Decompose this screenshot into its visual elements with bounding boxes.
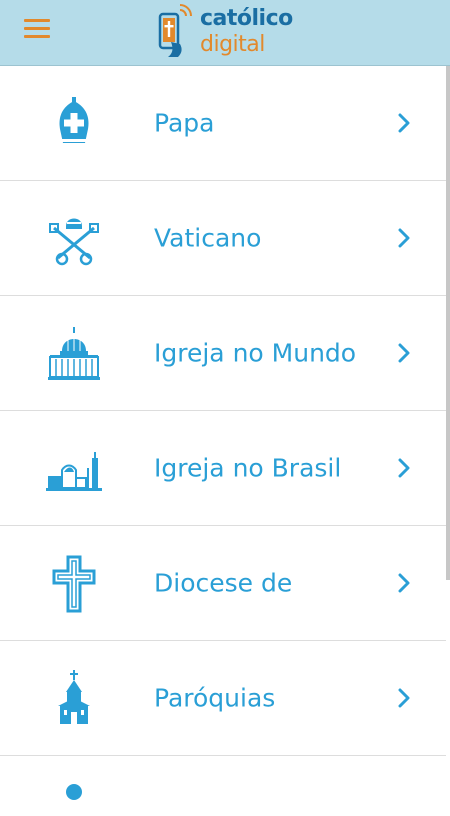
phone-cross-logo-icon — [158, 4, 192, 57]
person-icon — [66, 784, 82, 800]
menu-item-vaticano[interactable]: Vaticano — [0, 181, 446, 296]
mitre-icon — [59, 97, 89, 143]
chevron-right-icon — [398, 573, 410, 593]
app-logo: católico digital — [156, 4, 316, 62]
chevron-right-icon — [398, 228, 410, 248]
chapel-icon — [58, 670, 90, 724]
menu-item-label: Igreja no Brasil — [154, 453, 342, 483]
logo-wordmark-top: católico — [200, 6, 293, 31]
chevron-right-icon — [398, 343, 410, 363]
menu-item-label: Vaticano — [154, 223, 262, 253]
cathedral-skyline-icon — [46, 452, 102, 491]
menu-item-diocese-de[interactable]: Diocese de — [0, 526, 446, 641]
logo-wordmark-bottom: digital — [200, 32, 265, 57]
basilica-icon — [48, 327, 100, 380]
menu-item-partial[interactable] — [0, 756, 446, 800]
main-menu-list: Papa Vaticano Igreja no Mundo Igreja no … — [0, 66, 446, 800]
scrollbar[interactable] — [446, 66, 450, 580]
app-header: católico digital — [0, 0, 450, 66]
menu-hamburger-icon[interactable] — [24, 19, 50, 39]
menu-item-papa[interactable]: Papa — [0, 66, 446, 181]
menu-item-label: Igreja no Mundo — [154, 338, 357, 368]
papal-keys-icon — [49, 218, 99, 266]
menu-item-label: Diocese de — [154, 568, 293, 598]
menu-item-igreja-no-brasil[interactable]: Igreja no Brasil — [0, 411, 446, 526]
menu-item-label: Paróquias — [154, 683, 276, 713]
chevron-right-icon — [398, 458, 410, 478]
menu-item-paroquias[interactable]: Paróquias — [0, 641, 446, 756]
menu-item-igreja-no-mundo[interactable]: Igreja no Mundo — [0, 296, 446, 411]
chevron-right-icon — [398, 688, 410, 708]
menu-item-label: Papa — [154, 108, 215, 138]
cross-icon — [52, 555, 96, 613]
chevron-right-icon — [398, 113, 410, 133]
